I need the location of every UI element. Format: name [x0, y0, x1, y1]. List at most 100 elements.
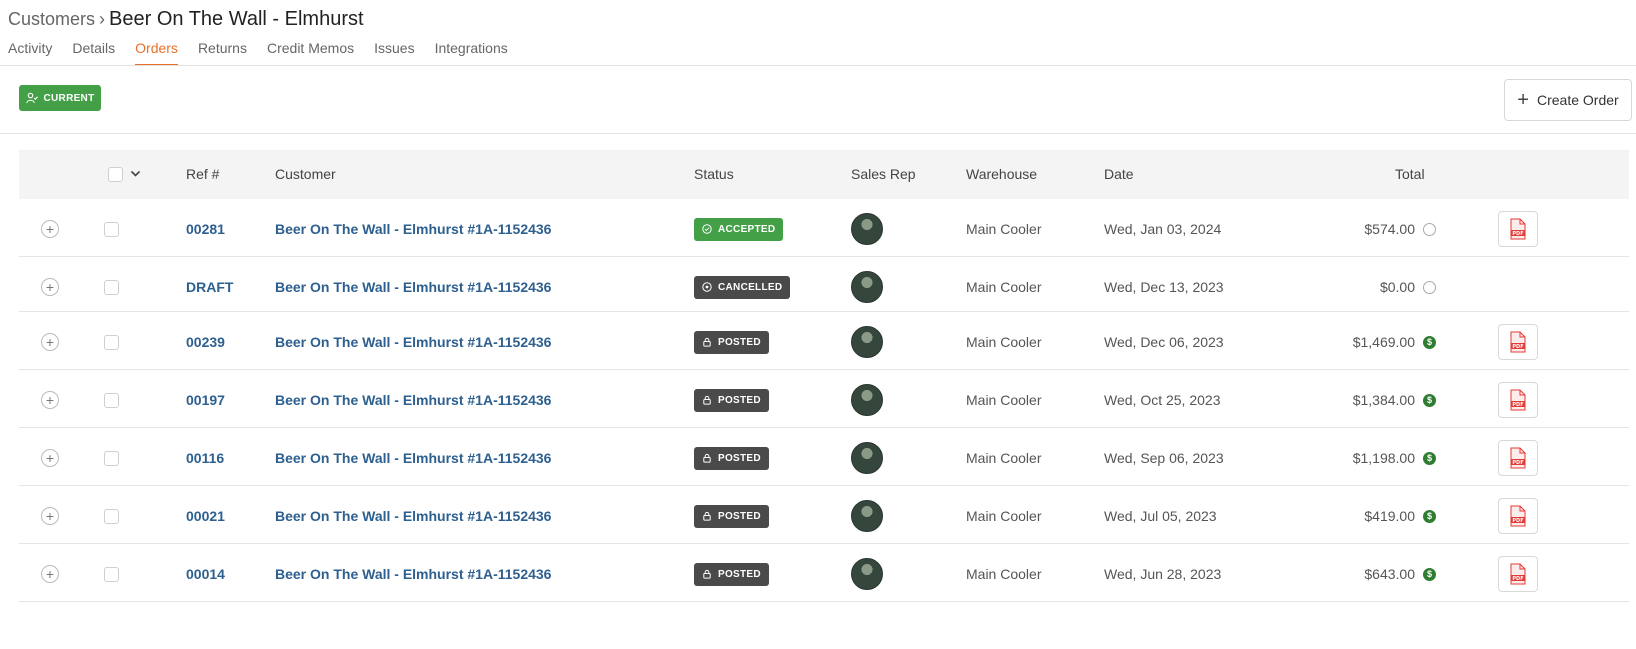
download-pdf-button[interactable]: PDF	[1498, 324, 1538, 360]
sales-rep-avatar[interactable]	[851, 213, 883, 245]
customer-link[interactable]: Beer On The Wall - Elmhurst #1A-1152436	[275, 334, 551, 350]
customer-link[interactable]: Beer On The Wall - Elmhurst #1A-1152436	[275, 508, 551, 524]
download-pdf-button[interactable]: PDF	[1498, 556, 1538, 592]
table-cell	[104, 428, 124, 488]
sales-rep-avatar[interactable]	[851, 384, 883, 416]
create-order-button[interactable]: + Create Order	[1504, 79, 1632, 121]
svg-text:PDF: PDF	[1512, 231, 1523, 237]
chevron-down-icon[interactable]	[130, 165, 141, 183]
expand-row-button[interactable]: +	[41, 565, 59, 583]
download-pdf-button[interactable]: PDF	[1498, 211, 1538, 247]
table-cell: PDF	[1498, 544, 1540, 604]
unpaid-circle-icon	[1423, 280, 1436, 294]
tab-issues[interactable]: Issues	[374, 38, 414, 66]
svg-text:PDF: PDF	[1512, 402, 1523, 408]
lock-icon	[703, 337, 711, 347]
tab-orders[interactable]: Orders	[135, 38, 178, 66]
expand-row-button[interactable]: +	[41, 391, 59, 409]
table-row: +00197 Beer On The Wall - Elmhurst #1A-11…	[19, 370, 1629, 428]
header-date[interactable]: Date	[1104, 150, 1134, 199]
customer-link[interactable]: Beer On The Wall - Elmhurst #1A-1152436	[275, 450, 551, 466]
table-row: +00116 Beer On The Wall - Elmhurst #1A-11…	[19, 428, 1629, 486]
tabs-divider	[0, 65, 1636, 66]
table-cell: Beer On The Wall - Elmhurst #1A-1152436	[275, 544, 675, 604]
tab-integrations[interactable]: Integrations	[435, 38, 508, 66]
warehouse-value: Main Cooler	[966, 221, 1042, 237]
sales-rep-avatar[interactable]	[851, 271, 883, 303]
expand-row-button[interactable]: +	[41, 278, 59, 296]
table-cell: POSTED	[694, 544, 834, 604]
order-ref-link[interactable]: 00021	[186, 508, 225, 524]
table-cell: $	[1423, 544, 1443, 604]
date-value: Wed, Oct 25, 2023	[1104, 392, 1221, 408]
tab-activity[interactable]: Activity	[8, 38, 52, 66]
header-total[interactable]: Total	[1395, 150, 1425, 199]
table-cell: $	[1423, 486, 1443, 546]
table-cell: Main Cooler	[966, 486, 1096, 546]
header-customer[interactable]: Customer	[275, 150, 336, 199]
header-ref[interactable]: Ref #	[186, 150, 219, 199]
order-ref-link[interactable]: DRAFT	[186, 279, 233, 295]
sales-rep-avatar[interactable]	[851, 500, 883, 532]
expand-row-button[interactable]: +	[41, 220, 59, 238]
customer-link[interactable]: Beer On The Wall - Elmhurst #1A-1152436	[275, 221, 551, 237]
select-all-checkbox[interactable]	[108, 167, 123, 182]
order-ref-link[interactable]: 00197	[186, 392, 225, 408]
svg-text:PDF: PDF	[1512, 344, 1523, 350]
tab-details[interactable]: Details	[72, 38, 115, 66]
table-header: Ref # Customer Status Sales Rep Warehous…	[19, 150, 1629, 199]
table-cell: +	[41, 428, 61, 488]
total-value: $643.00	[1364, 566, 1415, 582]
table-row: +00239 Beer On The Wall - Elmhurst #1A-11…	[19, 312, 1629, 370]
total-value: $574.00	[1364, 221, 1415, 237]
tab-bar: Activity Details Orders Returns Credit M…	[8, 38, 528, 66]
orders-table: Ref # Customer Status Sales Rep Warehous…	[19, 150, 1629, 602]
table-cell: $	[1423, 428, 1443, 488]
download-pdf-button[interactable]: PDF	[1498, 498, 1538, 534]
table-cell	[851, 312, 891, 372]
row-checkbox[interactable]	[104, 279, 119, 295]
date-value: Wed, Jul 05, 2023	[1104, 508, 1217, 524]
table-cell: $0.00	[1279, 257, 1415, 317]
order-ref-link[interactable]: 00116	[186, 450, 224, 466]
row-checkbox[interactable]	[104, 392, 119, 408]
customer-link[interactable]: Beer On The Wall - Elmhurst #1A-1152436	[275, 566, 551, 582]
tab-returns[interactable]: Returns	[198, 38, 247, 66]
table-cell: POSTED	[694, 486, 834, 546]
expand-row-button[interactable]: +	[41, 449, 59, 467]
table-cell	[851, 199, 891, 259]
header-status[interactable]: Status	[694, 150, 734, 199]
table-cell: Beer On The Wall - Elmhurst #1A-1152436	[275, 428, 675, 488]
table-cell: +	[41, 199, 61, 259]
breadcrumb-customers-link[interactable]: Customers	[8, 9, 95, 30]
table-cell: $419.00	[1279, 486, 1415, 546]
customer-link[interactable]: Beer On The Wall - Elmhurst #1A-1152436	[275, 392, 551, 408]
sales-rep-avatar[interactable]	[851, 442, 883, 474]
header-warehouse[interactable]: Warehouse	[966, 150, 1037, 199]
current-filter-button[interactable]: CURRENT	[19, 85, 101, 111]
expand-row-button[interactable]: +	[41, 333, 59, 351]
customer-link[interactable]: Beer On The Wall - Elmhurst #1A-1152436	[275, 279, 551, 295]
header-sales-rep[interactable]: Sales Rep	[851, 150, 916, 199]
expand-row-button[interactable]: +	[41, 507, 59, 525]
table-cell: POSTED	[694, 312, 834, 372]
row-checkbox[interactable]	[104, 334, 119, 350]
row-checkbox[interactable]	[104, 566, 119, 582]
table-cell: PDF	[1498, 199, 1540, 259]
row-checkbox[interactable]	[104, 221, 119, 237]
row-checkbox[interactable]	[104, 508, 119, 524]
table-cell: POSTED	[694, 370, 834, 430]
order-ref-link[interactable]: 00281	[186, 221, 225, 237]
row-checkbox[interactable]	[104, 450, 119, 466]
order-ref-link[interactable]: 00239	[186, 334, 225, 350]
download-pdf-button[interactable]: PDF	[1498, 382, 1538, 418]
breadcrumb: Customers › Beer On The Wall - Elmhurst	[8, 6, 364, 32]
sales-rep-avatar[interactable]	[851, 326, 883, 358]
order-ref-link[interactable]: 00014	[186, 566, 225, 582]
tab-credit-memos[interactable]: Credit Memos	[267, 38, 354, 66]
download-pdf-button[interactable]: PDF	[1498, 440, 1538, 476]
status-label: POSTED	[718, 394, 761, 406]
total-value: $0.00	[1379, 279, 1415, 295]
sales-rep-avatar[interactable]	[851, 558, 883, 590]
table-row: +00014 Beer On The Wall - Elmhurst #1A-11…	[19, 544, 1629, 602]
